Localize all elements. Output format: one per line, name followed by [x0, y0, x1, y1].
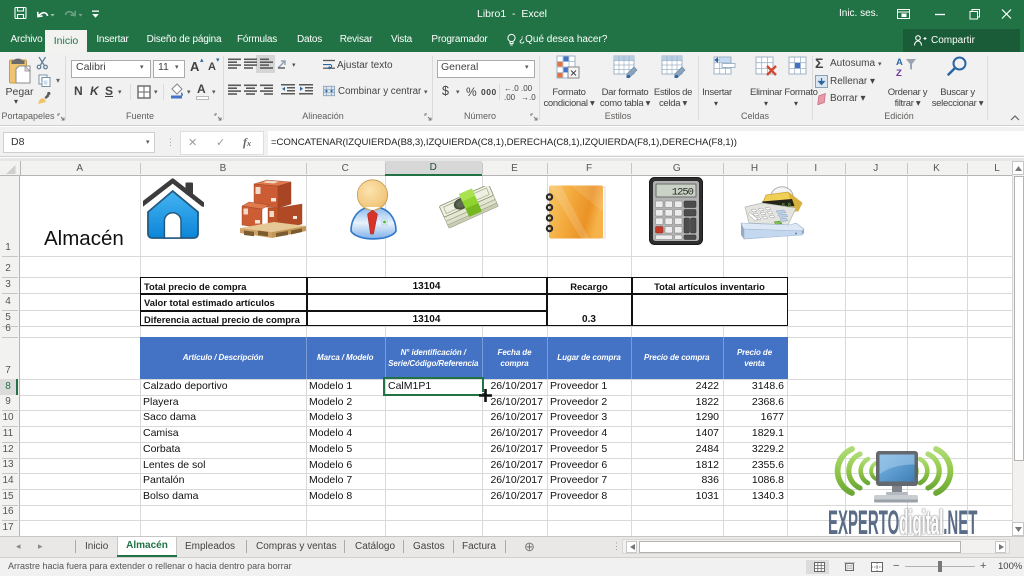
svg-text:A: A — [896, 57, 903, 68]
svg-text:1250: 1250 — [672, 187, 694, 199]
svg-text:Z: Z — [896, 68, 902, 78]
